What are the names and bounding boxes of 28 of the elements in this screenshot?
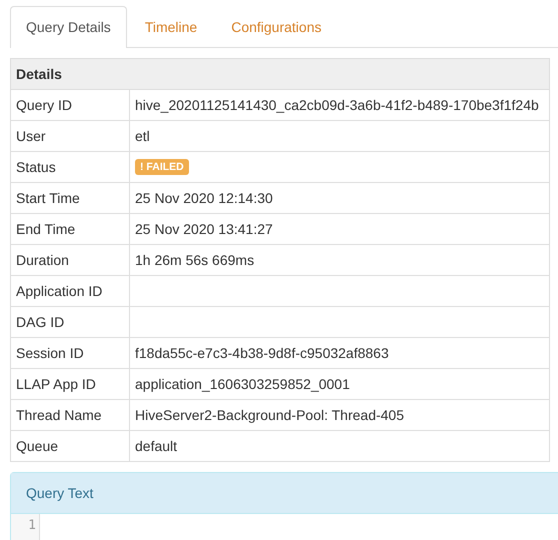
row-value: 1h 26m 56s 669ms: [135, 251, 254, 270]
row-label: Session ID: [11, 338, 130, 368]
table-header: Details: [11, 59, 549, 89]
row-label: Status: [11, 152, 130, 182]
row-value: f18da55c-e7c3-4b38-9d8f-c95032af8863: [135, 344, 389, 363]
row-label: User: [11, 121, 130, 151]
row-value: 25 Nov 2020 12:14:30: [135, 189, 273, 208]
row-label: Duration: [11, 245, 130, 275]
row-label: DAG ID: [11, 307, 130, 337]
panel-header: Query Text: [11, 473, 558, 514]
row-label: Query ID: [11, 90, 130, 120]
row-label: Application ID: [11, 276, 130, 306]
row-value: etl: [135, 127, 150, 146]
row-label: End Time: [11, 214, 130, 244]
row-value: HiveServer2-Background-Pool: Thread-405: [135, 406, 404, 425]
tab[interactable]: Configurations: [215, 6, 338, 48]
tab[interactable]: Query Details: [10, 6, 127, 48]
line-number: 1: [27, 518, 37, 533]
row-value: default: [135, 437, 178, 456]
row-value: 25 Nov 2020 13:41:27: [135, 220, 273, 239]
status-badge: ! FAILED: [135, 159, 189, 175]
row-label: Thread Name: [11, 400, 130, 430]
row-value: application_1606303259852_0001: [135, 375, 350, 394]
row-label: LLAP App ID: [11, 369, 130, 399]
tab[interactable]: Timeline: [128, 6, 214, 48]
row-label: Start Time: [11, 183, 130, 213]
row-label: Queue: [11, 431, 130, 461]
row-value: hive_20201125141430_ca2cb09d-3a6b-41f2-b489-170be3f1f24b: [135, 96, 539, 115]
